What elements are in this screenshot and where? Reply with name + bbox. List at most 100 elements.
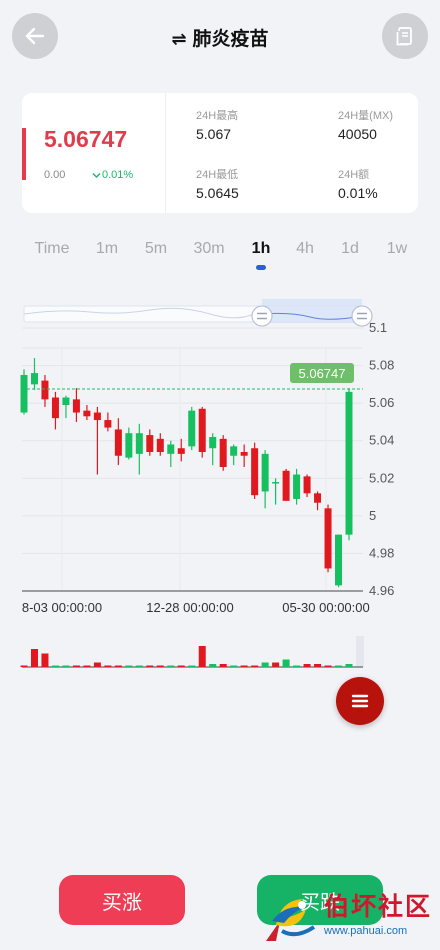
stat-amount: 24H额 0.01% xyxy=(338,166,378,201)
volume-bar xyxy=(30,649,38,667)
candle xyxy=(72,399,80,413)
stat-amount-value: 0.01% xyxy=(338,185,378,201)
candle xyxy=(20,374,28,413)
volume-scroll xyxy=(356,636,364,667)
menu-icon xyxy=(351,694,369,708)
candle xyxy=(114,429,122,456)
tab-time[interactable]: Time xyxy=(35,240,70,258)
volume-bar xyxy=(240,665,248,667)
volume-bar xyxy=(83,665,91,667)
volume-bar xyxy=(324,665,332,667)
volume-bar xyxy=(198,646,206,667)
volume-bar xyxy=(167,665,175,667)
zoom-slider[interactable] xyxy=(23,299,365,323)
stat-low-label: 24H最低 xyxy=(196,169,239,181)
y-axis-tick-label: 5 xyxy=(369,508,376,523)
candle xyxy=(209,436,217,449)
tab-1d[interactable]: 1d xyxy=(341,240,359,258)
ticker-card: 5.06747 0.00 0.01% 24H最高 5.067 24H量(MX) … xyxy=(22,93,418,213)
volume-bar xyxy=(41,653,49,667)
volume-bar xyxy=(230,665,238,667)
candle xyxy=(314,493,322,503)
watermark: 伯坏社区 www.pahuai.com xyxy=(260,885,440,950)
volume-bar xyxy=(188,665,196,667)
y-axis-tick-label: 5.06 xyxy=(369,395,394,410)
y-axis-tick-label: 4.98 xyxy=(369,545,394,560)
candle xyxy=(104,420,112,428)
tab-4h[interactable]: 4h xyxy=(296,240,314,258)
page-title[interactable]: ⇌ 肺炎疫苗 xyxy=(0,24,440,51)
y-axis-tick-label: 5.04 xyxy=(369,433,394,448)
volume-bar xyxy=(125,665,133,667)
tab-30m[interactable]: 30m xyxy=(193,240,224,258)
candle xyxy=(230,446,238,456)
volume-bar xyxy=(156,665,164,667)
zoom-slider-window[interactable] xyxy=(262,299,362,323)
candle xyxy=(219,438,227,468)
chevron-down-icon xyxy=(92,172,101,178)
kline-chart[interactable]: 5.1 5.08 5.06 5.04 5.02 5 4.98 4.96 8-03 00:00:0… xyxy=(0,290,440,680)
candle xyxy=(30,373,38,385)
volume-bar xyxy=(135,665,143,667)
stat-low-value: 5.0645 xyxy=(196,185,239,201)
volume-bar xyxy=(51,665,59,667)
candle xyxy=(261,453,269,492)
price-change-percent-value: 0.01% xyxy=(102,169,134,181)
volume-bar xyxy=(219,664,227,667)
candle xyxy=(303,476,311,494)
stat-volume-value: 40050 xyxy=(338,126,377,142)
tab-5m[interactable]: 5m xyxy=(145,240,167,258)
volume-bar xyxy=(345,664,353,667)
order-record-button[interactable] xyxy=(382,13,428,59)
menu-fab[interactable] xyxy=(336,677,384,725)
stat-volume: 24H量(MX) 40050 xyxy=(338,107,393,142)
candle xyxy=(62,397,70,406)
candle xyxy=(335,534,343,586)
x-axis-tick-label: 12-28 00:00:00 xyxy=(146,600,233,615)
candle xyxy=(188,410,196,447)
tab-1h[interactable]: 1h xyxy=(252,240,271,258)
candle xyxy=(345,391,353,535)
price-accent-bar xyxy=(22,128,26,180)
volume-bar xyxy=(272,662,280,667)
volume-bar xyxy=(303,664,311,667)
price-change: 0.00 xyxy=(44,169,66,181)
buy-up-button[interactable]: 买涨 xyxy=(59,875,185,925)
price-change-percent: 0.01% xyxy=(92,169,133,181)
volume-bar xyxy=(20,665,28,667)
last-price: 5.06747 xyxy=(44,126,128,152)
tab-1w[interactable]: 1w xyxy=(387,240,407,258)
candle xyxy=(177,448,185,454)
candle xyxy=(156,438,164,452)
stat-amount-label: 24H额 xyxy=(338,169,370,181)
volume-bar xyxy=(146,665,154,667)
page-title-text: 肺炎疫苗 xyxy=(192,29,269,50)
candle xyxy=(135,433,143,454)
document-icon xyxy=(396,27,412,46)
stat-volume-label: 24H量(MX) xyxy=(338,110,394,122)
volume-bar xyxy=(62,665,70,667)
volume-bar xyxy=(314,664,322,667)
top-bar: ⇌ 肺炎疫苗 xyxy=(0,0,440,80)
volume-bar xyxy=(335,665,343,667)
candle xyxy=(272,482,280,484)
last-price-tag-label: 5.06747 xyxy=(299,366,346,381)
stat-low: 24H最低 5.0645 xyxy=(196,166,239,201)
interval-tabs: Time 1m 5m 30m 1h 4h 1d 1w xyxy=(0,240,440,274)
candle xyxy=(167,444,175,454)
y-axis-tick-label: 5.08 xyxy=(369,358,394,373)
active-tab-indicator xyxy=(256,265,266,270)
volume-bar xyxy=(104,665,112,667)
tab-1m[interactable]: 1m xyxy=(96,240,118,258)
x-axis-tick-label: 8-03 00:00:00 xyxy=(22,600,102,615)
volume-bar xyxy=(251,665,259,667)
candle xyxy=(293,474,301,499)
candle xyxy=(198,408,206,452)
zoom-left-handle[interactable] xyxy=(251,305,273,327)
candle xyxy=(83,410,91,417)
y-axis-tick-label: 5.02 xyxy=(369,470,394,485)
stat-high-value: 5.067 xyxy=(196,126,232,142)
candle xyxy=(93,412,101,421)
volume-bar xyxy=(209,664,217,667)
volume-bar xyxy=(93,662,101,667)
